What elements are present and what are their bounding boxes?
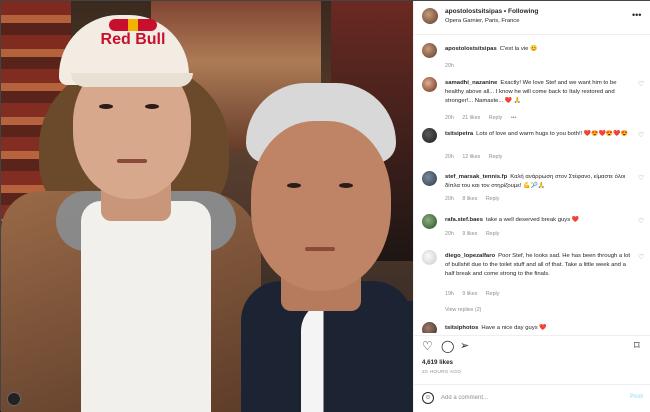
mouth <box>305 247 335 251</box>
reply-button[interactable]: Reply <box>489 154 503 160</box>
cap-brim <box>71 73 193 87</box>
comment-likes[interactable]: 9 likes <box>462 291 477 297</box>
comment-text: Lots of love and warm hugs to you both!!… <box>476 131 628 137</box>
avatar[interactable] <box>422 43 437 58</box>
post-header: apostolostsitsipas • Following Opera Gar… <box>414 1 650 35</box>
comments-list[interactable]: apostolostsitsipas C'est la vie 😊 20h sam… <box>414 37 650 333</box>
reply-button[interactable]: Reply <box>486 291 500 297</box>
caption-meta: 20h <box>445 63 461 69</box>
person-right-jacket-stripe <box>301 301 413 412</box>
comment-text-line: tsitsipetra Lots of love and warm hugs to… <box>445 130 635 139</box>
heart-icon[interactable]: ♡ <box>638 217 644 225</box>
comment-username[interactable]: apostolostsitsipas <box>445 46 497 52</box>
comment-more-button[interactable]: ••• <box>511 115 517 121</box>
post-button[interactable]: Post <box>630 394 643 400</box>
caption-text-line: apostolostsitsipas C'est la vie 😊 <box>445 45 635 54</box>
ellipsis-icon[interactable]: ••• <box>632 10 641 20</box>
eye <box>339 183 353 188</box>
post-side-panel: apostolostsitsipas • Following Opera Gar… <box>413 1 650 412</box>
comment-text: Have a nice day guys ❤️ <box>481 325 547 331</box>
cap-logo-text: Red Bull <box>100 31 166 48</box>
comment-input[interactable] <box>441 391 621 405</box>
comment-username[interactable]: rafa.stef.baes <box>445 217 483 223</box>
bookmark-icon[interactable]: ⌑ <box>634 340 640 352</box>
comment-text-line: diego_lopezalfaro Poor Stef, he looks sad… <box>445 252 635 279</box>
following-button[interactable]: Following <box>508 8 538 15</box>
avatar[interactable] <box>422 322 437 333</box>
comment-text-line: samadhi_nazanine Exactly! We love Stef an… <box>445 79 635 106</box>
comment-meta: 20h 8 likes Reply <box>445 196 506 202</box>
action-bar: ♡ ◯ ➢ ⌑ <box>414 335 650 353</box>
comment-likes[interactable]: 21 likes <box>462 115 480 121</box>
avatar[interactable] <box>422 77 437 92</box>
comment-time[interactable]: 20h <box>445 115 454 121</box>
heart-icon[interactable]: ♡ <box>638 131 644 139</box>
comment-text-line: rafa.stef.baes take a well deserved break… <box>445 216 635 225</box>
avatar[interactable] <box>422 250 437 265</box>
header-user-line: apostolostsitsipas • Following <box>445 8 538 15</box>
location-link[interactable]: Opera Garnier, Paris, France <box>445 18 519 24</box>
comment-time[interactable]: 20h <box>445 196 454 202</box>
comment-text-line: stef_marsak_tennis.fp Καλή ανάρρωση στον … <box>445 173 635 191</box>
eye <box>99 104 113 109</box>
reply-button[interactable]: Reply <box>486 196 500 202</box>
comment-meta: 20h 12 likes Reply <box>445 154 509 160</box>
heart-icon[interactable]: ♡ <box>638 253 644 261</box>
eye <box>145 104 159 109</box>
heart-icon[interactable]: ♡ <box>422 340 433 352</box>
avatar[interactable] <box>422 171 437 186</box>
comment-text: take a well deserved break guys ❤️ <box>485 217 580 223</box>
view-replies-button[interactable]: View replies (2) <box>445 307 481 313</box>
user-tag-icon[interactable] <box>7 392 21 406</box>
comment-username[interactable]: tsitsipetra <box>445 131 473 137</box>
eye <box>287 183 301 188</box>
post-frame: Red Bull apostolostsitsipas • Following … <box>0 0 650 412</box>
comment-likes[interactable]: 12 likes <box>462 154 480 160</box>
mouth <box>117 159 147 163</box>
comment-username[interactable]: diego_lopezalfaro <box>445 253 495 259</box>
person-right-face <box>251 121 391 291</box>
comment-time[interactable]: 19h <box>445 291 454 297</box>
avatar[interactable] <box>422 214 437 229</box>
comment-likes[interactable]: 8 likes <box>462 196 477 202</box>
avatar[interactable] <box>422 128 437 143</box>
comment-text-line: tsitsiphotos Have a nice day guys ❤️ <box>445 324 635 333</box>
person-left-shirt <box>81 201 211 412</box>
comment-meta: 20h 9 likes Reply <box>445 231 506 237</box>
heart-icon[interactable]: ♡ <box>638 174 644 182</box>
reply-button[interactable]: Reply <box>486 231 500 237</box>
comment-time[interactable]: 20h <box>445 231 454 237</box>
comment-username[interactable]: samadhi_nazanine <box>445 80 497 86</box>
header-separator: • <box>503 8 507 15</box>
post-photo[interactable]: Red Bull <box>1 1 413 412</box>
comment-username[interactable]: tsitsiphotos <box>445 325 478 331</box>
post-timestamp[interactable]: 20 HOURS AGO <box>422 370 461 375</box>
likes-count[interactable]: 4,619 likes <box>422 359 453 366</box>
comment-meta: 20h 21 likes Reply ••• <box>445 115 523 121</box>
comment-meta: 19h 9 likes Reply <box>445 291 506 297</box>
emoji-icon[interactable]: ☺ <box>422 392 434 404</box>
heart-icon[interactable]: ♡ <box>638 80 644 88</box>
comment-likes[interactable]: 9 likes <box>462 231 477 237</box>
avatar[interactable] <box>422 8 438 24</box>
comment-time[interactable]: 20h <box>445 63 454 69</box>
header-username[interactable]: apostolostsitsipas <box>445 8 502 15</box>
send-icon[interactable]: ➢ <box>460 340 469 352</box>
comment-username[interactable]: stef_marsak_tennis.fp <box>445 174 507 180</box>
comment-text: C'est la vie 😊 <box>499 46 538 52</box>
comment-time[interactable]: 20h <box>445 154 454 160</box>
comment-icon[interactable]: ◯ <box>441 340 454 352</box>
add-comment-bar: ☺ Post <box>414 384 650 412</box>
reply-button[interactable]: Reply <box>489 115 503 121</box>
red-bull-logo-icon <box>109 19 157 31</box>
